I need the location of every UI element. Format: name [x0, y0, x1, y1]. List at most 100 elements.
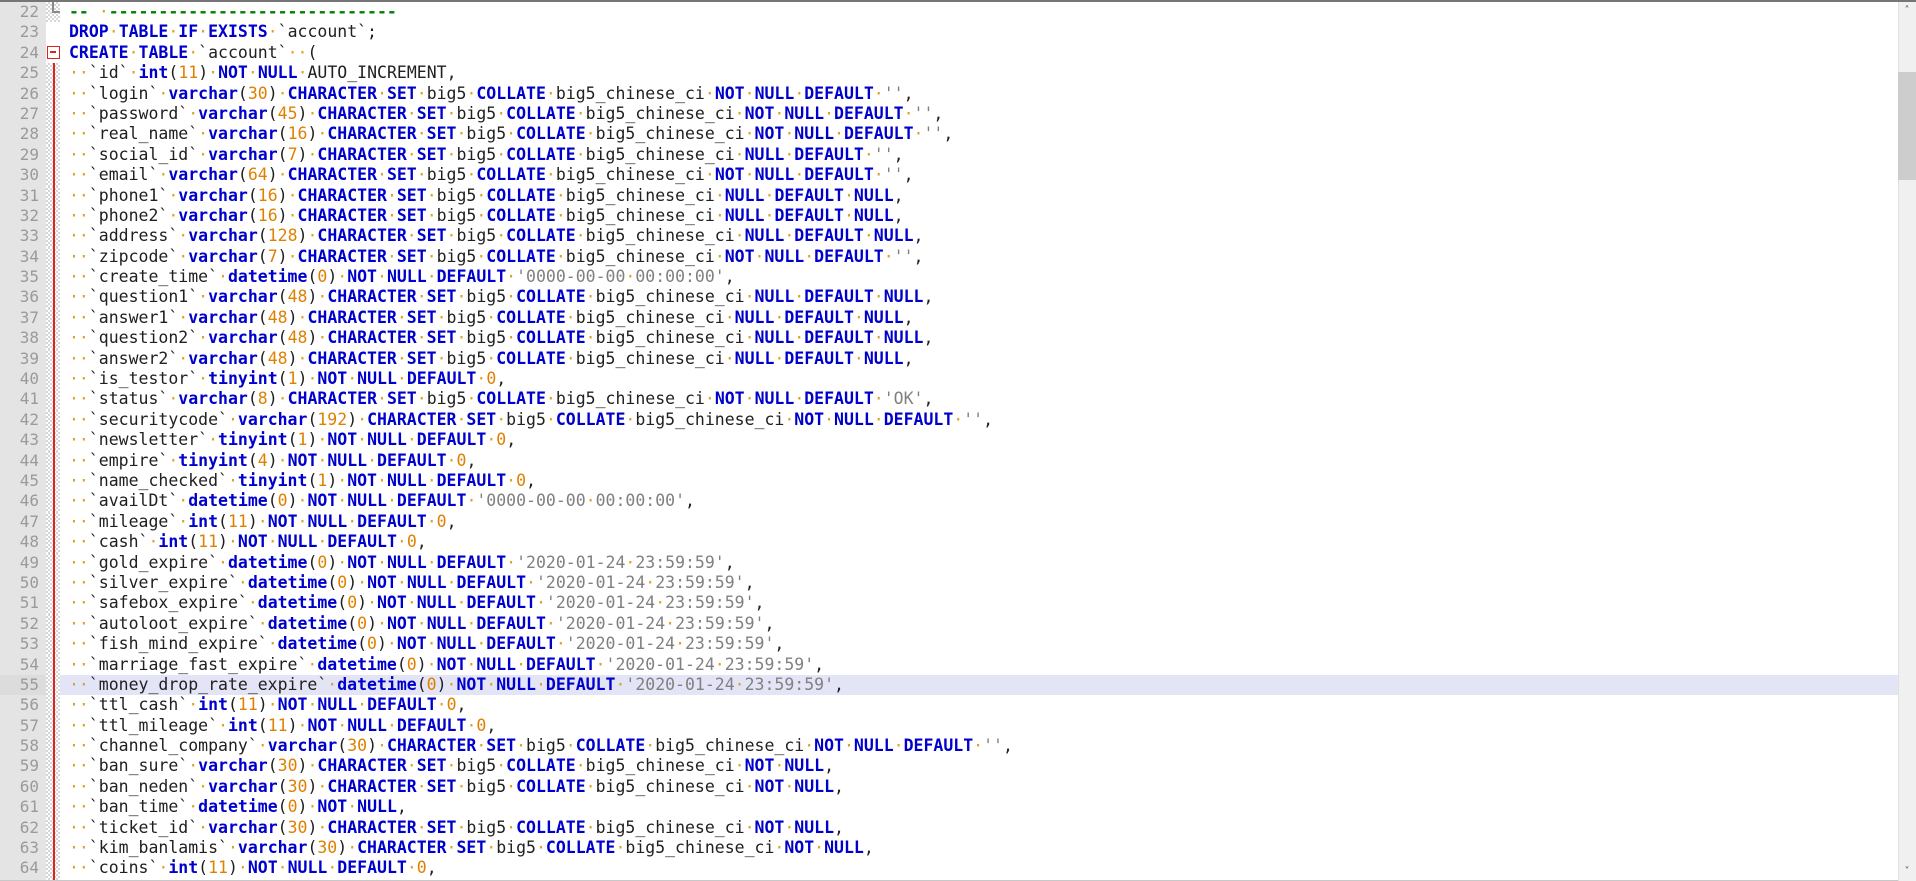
code-line[interactable]: 52 ··`autoloot_expire`·datetime(0)·NOT·NU… [0, 613, 1898, 635]
code-text[interactable]: ··`question2`·varchar(48)·CHARACTER·SET·… [60, 328, 1898, 349]
code-line[interactable]: 62 ··`ticket_id`·varchar(30)·CHARACTER·SE… [0, 817, 1898, 839]
code-line[interactable]: 58 ··`channel_company`·varchar(30)·CHARAC… [0, 736, 1898, 757]
fold-minus-icon[interactable] [47, 45, 60, 59]
code-line[interactable]: 28 ··`real_name`·varchar(16)·CHARACTER·SE… [0, 124, 1898, 145]
code-line[interactable]: 33 ··`address`·varchar(128)·CHARACTER·SET… [0, 226, 1898, 247]
code-line[interactable]: 50 ··`silver_expire`·datetime(0)·NOT·NULL… [0, 572, 1898, 594]
code-line[interactable]: 45 ··`name_checked`·tinyint(1)·NOT·NULL·D… [0, 470, 1898, 492]
code-text[interactable]: ··`cash`·int(11)·NOT·NULL·DEFAULT·0, [60, 532, 1898, 553]
code-text[interactable]: ··`silver_expire`·datetime(0)·NOT·NULL·D… [60, 572, 1898, 594]
code-text[interactable]: ··`status`·varchar(8)·CHARACTER·SET·big5… [60, 389, 1898, 410]
code-text[interactable]: ··`autoloot_expire`·datetime(0)·NOT·NULL… [60, 613, 1898, 635]
code-text[interactable]: CREATE·TABLE·`account`··( [60, 42, 1898, 64]
code-line[interactable]: 29 ··`social_id`·varchar(7)·CHARACTER·SET… [0, 144, 1898, 166]
code-text[interactable]: ··`newsletter`·tinyint(1)·NOT·NULL·DEFAU… [60, 430, 1898, 451]
code-text[interactable]: ··`name_checked`·tinyint(1)·NOT·NULL·DEF… [60, 470, 1898, 492]
code-text[interactable]: ··`create_time`·datetime(0)·NOT·NULL·DEF… [60, 267, 1898, 288]
code-text[interactable]: ··`marriage_fast_expire`·datetime(0)·NOT… [60, 654, 1898, 675]
code-text[interactable]: DROP·TABLE·IF·EXISTS·`account`; [60, 22, 1898, 43]
code-line[interactable]: 36 ··`question1`·varchar(48)·CHARACTER·SE… [0, 287, 1898, 308]
code-text[interactable]: ··`securitycode`·varchar(192)·CHARACTER·… [60, 409, 1898, 431]
code-text[interactable]: ··`mileage`·int(11)·NOT·NULL·DEFAULT·0, [60, 511, 1898, 533]
code-text[interactable]: ··`ban_sure`·varchar(30)·CHARACTER·SET·b… [60, 756, 1898, 777]
code-line[interactable]: 47 ··`mileage`·int(11)·NOT·NULL·DEFAULT·0… [0, 511, 1898, 533]
code-text[interactable]: ··`real_name`·varchar(16)·CHARACTER·SET·… [60, 124, 1898, 145]
code-line[interactable]: 54 ··`marriage_fast_expire`·datetime(0)·N… [0, 654, 1898, 675]
code-line[interactable]: 61 ··`ban_time`·datetime(0)·NOT·NULL, [0, 797, 1898, 818]
code-line[interactable]: 41 ··`status`·varchar(8)·CHARACTER·SET·bi… [0, 389, 1898, 410]
code-text[interactable]: ··`login`·varchar(30)·CHARACTER·SET·big5… [60, 83, 1898, 104]
code-line[interactable]: 23 DROP·TABLE·IF·EXISTS·`account`; [0, 22, 1898, 43]
code-text[interactable]: ··`email`·varchar(64)·CHARACTER·SET·big5… [60, 165, 1898, 186]
code-line[interactable]: 40 ··`is_testor`·tinyint(1)·NOT·NULL·DEFA… [0, 369, 1898, 390]
code-text[interactable]: ··`answer1`·varchar(48)·CHARACTER·SET·bi… [60, 307, 1898, 329]
code-text[interactable]: ··`zipcode`·varchar(7)·CHARACTER·SET·big… [60, 246, 1898, 268]
code-line[interactable]: 44 ··`empire`·tinyint(4)·NOT·NULL·DEFAULT… [0, 450, 1898, 471]
code-text[interactable]: ··`fish_mind_expire`·datetime(0)·NOT·NUL… [60, 634, 1898, 655]
code-line[interactable]: 48 ··`cash`·int(11)·NOT·NULL·DEFAULT·0, [0, 532, 1898, 553]
code-line[interactable]: 64 ··`coins`·int(11)·NOT·NULL·DEFAULT·0, [0, 858, 1898, 879]
code-text[interactable]: -- ·----------------------------- [60, 2, 1898, 23]
code-line[interactable]: 59 ··`ban_sure`·varchar(30)·CHARACTER·SET… [0, 756, 1898, 777]
code-text[interactable]: ··`gold_expire`·datetime(0)·NOT·NULL·DEF… [60, 552, 1898, 573]
code-text[interactable]: ··`ban_neden`·varchar(30)·CHARACTER·SET·… [60, 776, 1898, 798]
code-line[interactable]: 60 ··`ban_neden`·varchar(30)·CHARACTER·SE… [0, 776, 1898, 798]
code-text[interactable]: ··`coins`·int(11)·NOT·NULL·DEFAULT·0, [60, 858, 1898, 879]
token-sp: · [526, 572, 536, 592]
code-line[interactable]: 63 ··`kim_banlamis`·varchar(30)·CHARACTER… [0, 838, 1898, 859]
code-text[interactable]: ··`ban_time`·datetime(0)·NOT·NULL, [60, 797, 1898, 818]
scroll-up-arrow-icon[interactable]: ˄ [1898, 2, 1916, 20]
token-op: ) [287, 715, 298, 735]
token-op: ) [287, 491, 298, 511]
code-text[interactable]: ··`id`·int(11)·NOT·NULL·AUTO_INCREMENT, [60, 63, 1898, 84]
code-text[interactable]: ··`password`·varchar(45)·CHARACTER·SET·b… [60, 103, 1898, 125]
code-line[interactable]: 31 ··`phone1`·varchar(16)·CHARACTER·SET·b… [0, 185, 1898, 206]
code-line[interactable]: 55 ··`money_drop_rate_expire`·datetime(0)… [0, 674, 1898, 696]
editor-text-area[interactable]: 22 -- ·----------------------------- 23 DRO… [0, 0, 1898, 881]
fold-guide-line [46, 695, 60, 716]
code-line[interactable]: 35 ··`create_time`·datetime(0)·NOT·NULL·D… [0, 267, 1898, 288]
code-lines-container[interactable]: 22 -- ·----------------------------- 23 DRO… [0, 2, 1898, 881]
fold-collapse-icon[interactable] [46, 42, 60, 64]
code-text[interactable]: ··`channel_company`·varchar(30)·CHARACTE… [60, 736, 1898, 757]
code-line[interactable]: 32 ··`phone2`·varchar(16)·CHARACTER·SET·b… [0, 205, 1898, 227]
code-line[interactable]: 24 CREATE·TABLE·`account`··( [0, 42, 1898, 64]
code-text[interactable]: ··`availDt`·datetime(0)·NOT·NULL·DEFAULT… [60, 491, 1898, 512]
code-line[interactable]: 49 ··`gold_expire`·datetime(0)·NOT·NULL·D… [0, 552, 1898, 573]
code-line[interactable]: 51 ··`safebox_expire`·datetime(0)·NOT·NUL… [0, 593, 1898, 614]
code-text[interactable]: ··`money_drop_rate_expire`·datetime(0)·N… [60, 674, 1898, 696]
code-text[interactable]: ··`phone1`·varchar(16)·CHARACTER·SET·big… [60, 185, 1898, 206]
code-text[interactable]: ··`ttl_mileage`·int(11)·NOT·NULL·DEFAULT… [60, 715, 1898, 737]
code-text[interactable]: ··`ticket_id`·varchar(30)·CHARACTER·SET·… [60, 817, 1898, 839]
code-line[interactable]: 46 ··`availDt`·datetime(0)·NOT·NULL·DEFAU… [0, 491, 1898, 512]
scrollbar-thumb[interactable] [1898, 72, 1916, 180]
code-line[interactable]: 56 ··`ttl_cash`·int(11)·NOT·NULL·DEFAULT·… [0, 695, 1898, 716]
code-line[interactable]: 34 ··`zipcode`·varchar(7)·CHARACTER·SET·b… [0, 246, 1898, 268]
vertical-scrollbar[interactable]: ˄ ˅ [1898, 2, 1916, 881]
code-text[interactable]: ··`kim_banlamis`·varchar(30)·CHARACTER·S… [60, 838, 1898, 859]
code-line[interactable]: 26 ··`login`·varchar(30)·CHARACTER·SET·bi… [0, 83, 1898, 104]
code-text[interactable]: ··`answer2`·varchar(48)·CHARACTER·SET·bi… [60, 348, 1898, 370]
code-text[interactable]: ··`question1`·varchar(48)·CHARACTER·SET·… [60, 287, 1898, 308]
code-line[interactable]: 30 ··`email`·varchar(64)·CHARACTER·SET·bi… [0, 165, 1898, 186]
code-line[interactable]: 22 -- ·----------------------------- [0, 2, 1898, 23]
code-line[interactable]: 57 ··`ttl_mileage`·int(11)·NOT·NULL·DEFAU… [0, 715, 1898, 737]
code-text[interactable]: ··`safebox_expire`·datetime(0)·NOT·NULL·… [60, 593, 1898, 614]
code-text[interactable]: ··`ttl_cash`·int(11)·NOT·NULL·DEFAULT·0, [60, 695, 1898, 716]
code-text[interactable]: ··`address`·varchar(128)·CHARACTER·SET·b… [60, 226, 1898, 247]
code-text[interactable]: ··`empire`·tinyint(4)·NOT·NULL·DEFAULT·0… [60, 450, 1898, 471]
scroll-down-arrow-icon[interactable]: ˅ [1898, 863, 1916, 881]
code-line[interactable]: 39 ··`answer2`·varchar(48)·CHARACTER·SET·… [0, 348, 1898, 370]
code-line[interactable]: 42 ··`securitycode`·varchar(192)·CHARACTE… [0, 409, 1898, 431]
code-line[interactable]: 27 ··`password`·varchar(45)·CHARACTER·SET… [0, 103, 1898, 125]
code-line[interactable]: 43 ··`newsletter`·tinyint(1)·NOT·NULL·DEF… [0, 430, 1898, 451]
code-text[interactable]: ··`social_id`·varchar(7)·CHARACTER·SET·b… [60, 144, 1898, 166]
code-text[interactable]: ··`phone2`·varchar(16)·CHARACTER·SET·big… [60, 205, 1898, 227]
code-text[interactable]: ··`is_testor`·tinyint(1)·NOT·NULL·DEFAUL… [60, 369, 1898, 390]
code-line[interactable]: 53 ··`fish_mind_expire`·datetime(0)·NOT·N… [0, 634, 1898, 655]
code-line[interactable]: 25 ··`id`·int(11)·NOT·NULL·AUTO_INCREMENT… [0, 63, 1898, 84]
code-line[interactable]: 37 ··`answer1`·varchar(48)·CHARACTER·SET·… [0, 307, 1898, 329]
code-line[interactable]: 38 ··`question2`·varchar(48)·CHARACTER·SE… [0, 328, 1898, 349]
token-kw: NULL [347, 491, 387, 511]
fold-guide-line [46, 409, 60, 431]
